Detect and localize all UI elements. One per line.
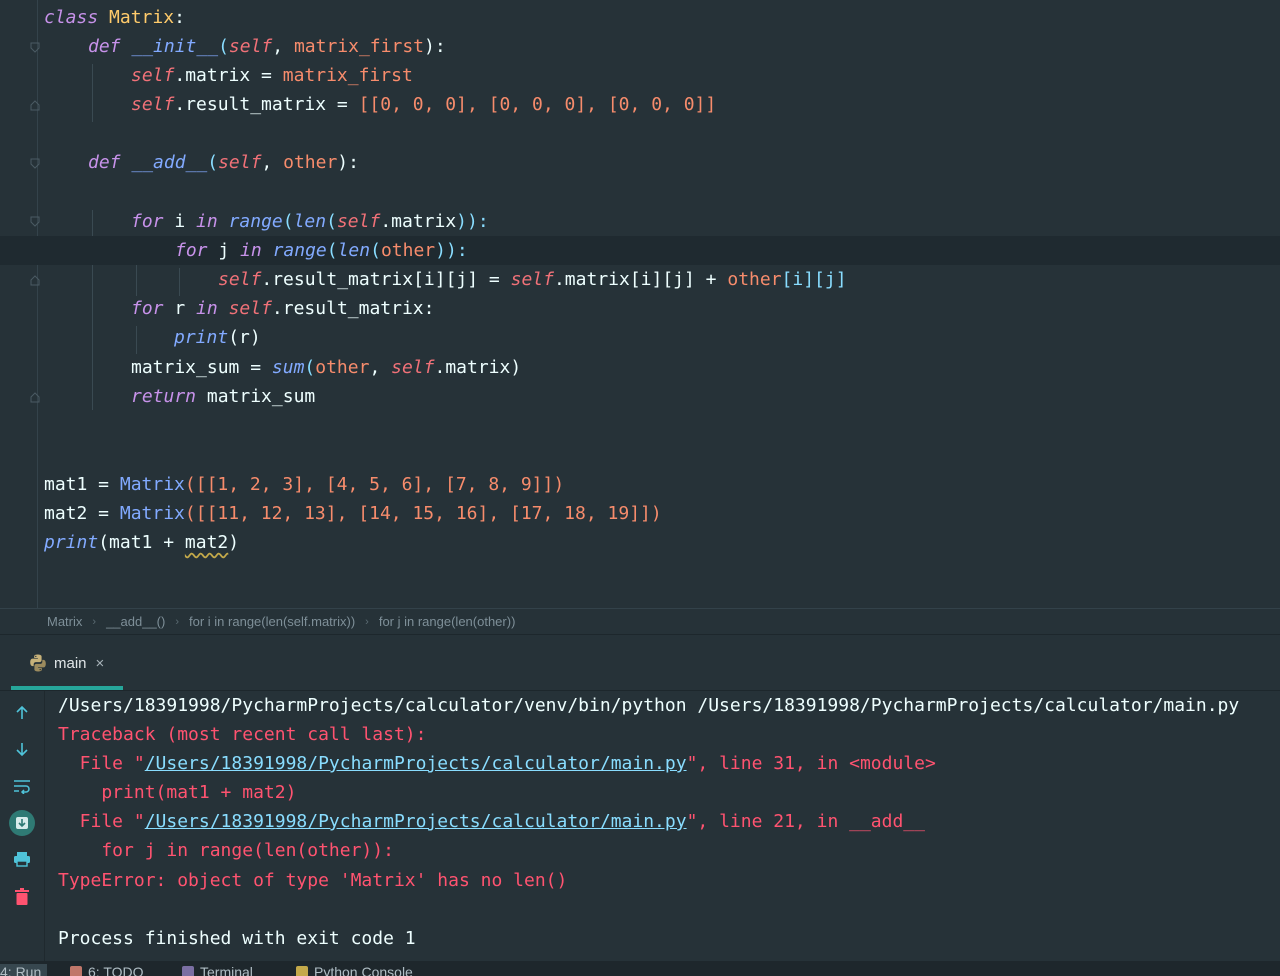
code-line[interactable]: for r in self.result_matrix: [131,294,434,323]
fold-marker-icon[interactable] [30,216,40,227]
run-panel-header: main × [0,636,1280,691]
chevron-right-icon: › [92,615,97,628]
gutter-divider [37,0,38,608]
code-line[interactable]: print(mat1 + mat2) [44,528,239,557]
console-traceback-header: Traceback (most recent call last): [58,724,427,745]
run-console-output[interactable]: /Users/18391998/PycharmProjects/calculat… [44,691,1280,961]
code-line[interactable]: def __add__(self, other): [88,148,359,177]
warning-highlight[interactable]: mat2 [185,532,228,553]
tab-label: main [54,654,87,672]
breadcrumb-item-for-i[interactable]: for i in range(len(self.matrix)) [189,614,355,629]
fold-marker-icon[interactable] [30,42,40,53]
soft-wrap-icon[interactable] [10,774,34,798]
breadcrumb-item-class[interactable]: Matrix [47,614,82,629]
terminal-icon [182,966,194,976]
code-line[interactable]: class Matrix: [44,3,185,32]
up-arrow-icon[interactable] [10,701,34,725]
breadcrumb-item-method[interactable]: __add__() [106,614,165,629]
fold-end-icon[interactable] [30,100,40,111]
code-line[interactable]: for i in range(len(self.matrix)): [131,207,489,236]
console-traceback-file: File "/Users/18391998/PycharmProjects/ca… [58,753,936,774]
python-console-icon [296,966,308,976]
code-line[interactable]: return matrix_sum [131,382,315,411]
console-exit-message: Process finished with exit code 1 [58,928,416,949]
console-command-line: /Users/18391998/PycharmProjects/calculat… [58,695,1240,716]
code-line[interactable]: matrix_sum = sum(other, self.matrix) [131,353,521,382]
code-line[interactable]: self.result_matrix = [[0, 0, 0], [0, 0, … [131,90,716,119]
console-traceback-code: for j in range(len(other)): [58,840,394,861]
tool-tab-run[interactable]: 4: Run [0,964,48,976]
console-error-message: TypeError: object of type 'Matrix' has n… [58,870,568,891]
code-line[interactable]: print(r) [174,323,261,352]
tool-tab-terminal[interactable]: Terminal [182,964,253,976]
breadcrumb-item-for-j[interactable]: for j in range(len(other)) [379,614,516,629]
current-code-line[interactable]: for j in range(len(other)): [0,236,1280,265]
indent-guide [92,64,93,122]
close-icon[interactable]: × [96,655,105,672]
trash-icon[interactable] [10,884,34,908]
run-toolbar [0,691,45,961]
tool-tab-python-console[interactable]: Python Console [296,964,413,976]
console-traceback-file: File "/Users/18391998/PycharmProjects/ca… [58,811,925,832]
indent-guide [136,326,137,354]
indent-guide [179,268,180,296]
todo-icon [70,966,82,976]
python-icon [30,654,46,672]
code-line[interactable]: self.matrix = matrix_first [131,61,413,90]
print-icon[interactable] [10,847,34,871]
code-line[interactable]: self.result_matrix[i][j] = self.matrix[i… [218,265,847,294]
breadcrumb: Matrix › __add__() › for i in range(len(… [0,608,1280,635]
scroll-to-end-icon[interactable] [9,810,35,836]
fold-end-icon[interactable] [30,275,40,286]
code-line[interactable]: def __init__(self, matrix_first): [88,32,446,61]
down-arrow-icon[interactable] [10,737,34,761]
chevron-right-icon: › [175,615,180,628]
active-tab-indicator [11,686,123,690]
tool-tab-todo[interactable]: 6: TODO [70,964,144,976]
fold-end-icon[interactable] [30,392,40,403]
code-line[interactable]: mat2 = Matrix([[11, 12, 13], [14, 15, 16… [44,499,662,528]
tool-window-bar: 4: Run 6: TODO Terminal Python Console [0,961,1280,976]
fold-marker-icon[interactable] [30,158,40,169]
console-traceback-code: print(mat1 + mat2) [58,782,297,803]
tab-main[interactable]: main × [11,636,123,690]
chevron-right-icon: › [365,615,369,628]
code-editor[interactable]: class Matrix: def __init__(self, matrix_… [0,0,1280,608]
file-link[interactable]: /Users/18391998/PycharmProjects/calculat… [145,811,687,832]
code-line[interactable]: mat1 = Matrix([[1, 2, 3], [4, 5, 6], [7,… [44,470,564,499]
file-link[interactable]: /Users/18391998/PycharmProjects/calculat… [145,753,687,774]
